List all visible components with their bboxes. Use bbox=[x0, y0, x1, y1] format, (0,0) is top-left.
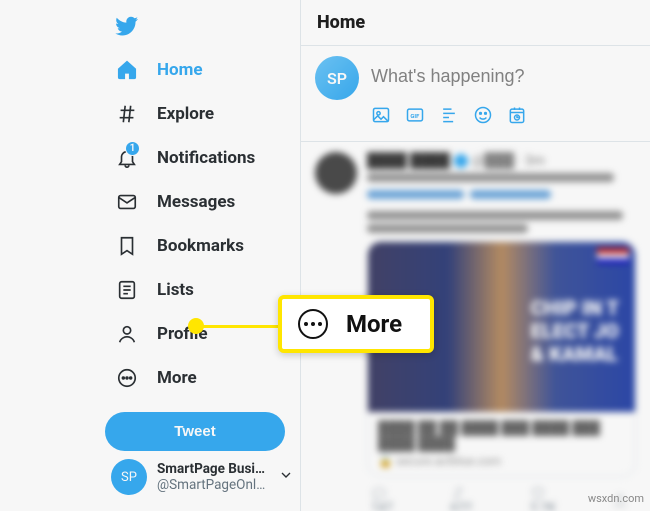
media-icon[interactable] bbox=[371, 105, 391, 129]
compose-input[interactable] bbox=[371, 56, 636, 97]
nav-label: Lists bbox=[157, 280, 194, 300]
nav-bookmarks[interactable]: Bookmarks bbox=[105, 224, 300, 268]
avatar: SP bbox=[111, 459, 147, 495]
more-circle-icon bbox=[298, 309, 328, 339]
nav-lists[interactable]: Lists bbox=[105, 268, 300, 312]
gif-icon[interactable]: GIF bbox=[405, 105, 425, 129]
more-icon bbox=[115, 366, 139, 390]
account-switcher[interactable]: SP SmartPage Business... @SmartPageOnlin… bbox=[105, 451, 300, 503]
annotation-marker bbox=[188, 318, 204, 334]
nav-home[interactable]: Home bbox=[105, 48, 300, 92]
nav-messages[interactable]: Messages bbox=[105, 180, 300, 224]
link-card[interactable]: CHIP IN T ELECT JO & KAMAL ████ ██ ██ ██… bbox=[367, 241, 636, 477]
annotation-callout: More bbox=[278, 295, 434, 353]
nav-more[interactable]: More bbox=[105, 356, 300, 400]
notification-badge: 1 bbox=[125, 141, 140, 156]
twitter-logo[interactable] bbox=[105, 8, 300, 48]
like-action[interactable]: 3.2K bbox=[530, 485, 556, 511]
compose-avatar: SP bbox=[315, 56, 359, 100]
account-text: SmartPage Business... @SmartPageOnline bbox=[157, 461, 268, 493]
envelope-icon bbox=[115, 190, 139, 214]
nav-notifications[interactable]: 1 Notifications bbox=[105, 136, 300, 180]
tweet-button[interactable]: Tweet bbox=[105, 412, 285, 451]
hash-icon bbox=[115, 102, 139, 126]
twitter-bird-icon bbox=[115, 14, 139, 38]
retweet-action[interactable]: 622 bbox=[450, 485, 473, 511]
account-handle: @SmartPageOnline bbox=[157, 477, 268, 493]
account-name: SmartPage Business... bbox=[157, 461, 268, 477]
emoji-icon[interactable] bbox=[473, 105, 493, 129]
tweet-header: ████ ████@███ · 3m bbox=[367, 152, 636, 169]
watermark: wsxdn.com bbox=[588, 492, 644, 505]
nav-label: Explore bbox=[157, 104, 214, 124]
nav-profile[interactable]: Profile bbox=[105, 312, 300, 356]
nav-label: Home bbox=[157, 60, 203, 80]
sidebar: Home Explore 1 Notifications Messages bbox=[0, 0, 300, 511]
page-title: Home bbox=[301, 0, 650, 46]
nav-label: More bbox=[157, 368, 197, 388]
reply-action[interactable]: 147 bbox=[371, 485, 394, 511]
poll-icon[interactable] bbox=[439, 105, 459, 129]
bell-icon: 1 bbox=[115, 146, 139, 170]
verified-icon bbox=[454, 154, 468, 168]
schedule-icon[interactable] bbox=[507, 105, 527, 129]
chevron-down-icon bbox=[278, 467, 294, 487]
bookmark-icon bbox=[115, 234, 139, 258]
callout-label: More bbox=[346, 310, 402, 338]
compose-box: SP GIF bbox=[301, 46, 650, 142]
list-icon bbox=[115, 278, 139, 302]
svg-text:GIF: GIF bbox=[410, 114, 420, 120]
nav-explore[interactable]: Explore bbox=[105, 92, 300, 136]
nav-label: Bookmarks bbox=[157, 236, 244, 256]
tweet-avatar bbox=[315, 152, 357, 194]
home-icon bbox=[115, 58, 139, 82]
nav-label: Messages bbox=[157, 192, 235, 212]
annotation-connector bbox=[196, 325, 282, 328]
main-column: Home SP GIF ████ ████@███ · 3m bbox=[300, 0, 650, 511]
nav-label: Notifications bbox=[157, 148, 255, 168]
profile-icon bbox=[115, 322, 139, 346]
